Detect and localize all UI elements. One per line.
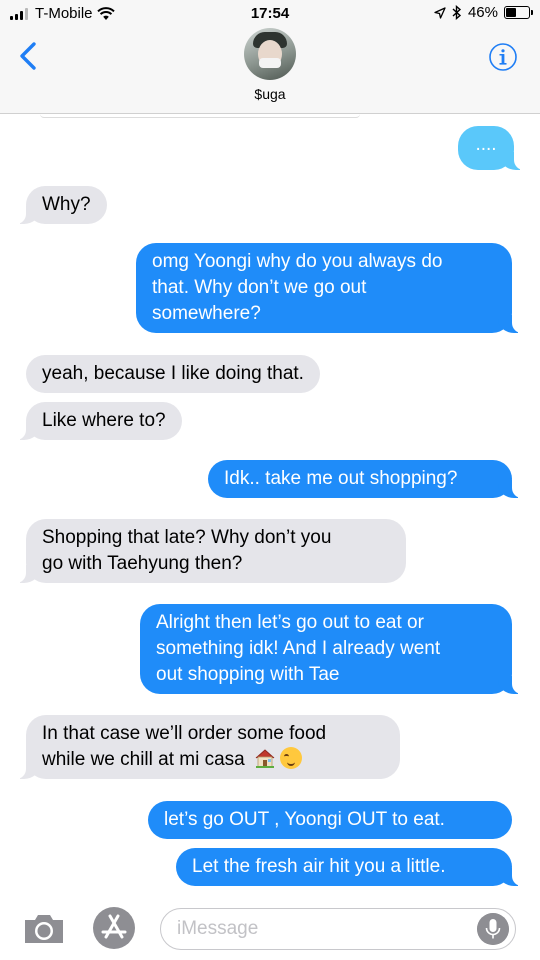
incoming-message[interactable]: Why? <box>16 186 107 224</box>
battery-fill <box>506 8 517 17</box>
status-right: 46% <box>434 4 533 21</box>
conversation-header: $uga <box>0 28 540 114</box>
location-arrow-icon <box>434 6 446 19</box>
outgoing-message[interactable]: Alright then let’s go out to eat or some… <box>140 604 522 694</box>
battery-percent: 46% <box>467 4 498 21</box>
message-input[interactable] <box>177 917 467 941</box>
outgoing-message[interactable]: Let the fresh air hit you a little. <box>176 848 522 886</box>
back-chevron-icon[interactable] <box>14 40 44 72</box>
battery-icon <box>504 6 533 19</box>
incoming-message[interactable]: In that case we’ll order some food while… <box>16 715 400 779</box>
relieved-face-emoji-icon <box>280 747 303 769</box>
compose-bar <box>0 896 540 960</box>
previous-message-edge <box>40 114 360 118</box>
contact-name[interactable]: $uga <box>0 86 540 102</box>
contact-avatar[interactable] <box>244 28 296 80</box>
incoming-message[interactable]: yeah, because I like doing that. <box>26 355 320 393</box>
app-store-icon[interactable] <box>92 906 136 950</box>
info-icon[interactable] <box>488 42 518 72</box>
outgoing-message[interactable]: let’s go OUT , Yoongi OUT to eat. <box>148 801 512 839</box>
incoming-message[interactable]: Shopping that late? Why don’t you go wit… <box>16 519 406 583</box>
bluetooth-icon <box>452 5 462 20</box>
status-bar: T-Mobile 17:54 46% <box>0 0 540 28</box>
outgoing-message[interactable]: Idk.. take me out shopping? <box>208 460 522 498</box>
camera-icon[interactable] <box>22 912 66 946</box>
outgoing-message[interactable]: omg Yoongi why do you always do that. Wh… <box>136 243 522 333</box>
microphone-icon[interactable] <box>477 913 509 945</box>
incoming-message[interactable]: Like where to? <box>16 402 182 440</box>
imessage-field[interactable] <box>160 908 516 950</box>
outgoing-message[interactable]: .... <box>458 126 524 170</box>
house-emoji-icon <box>255 749 275 768</box>
